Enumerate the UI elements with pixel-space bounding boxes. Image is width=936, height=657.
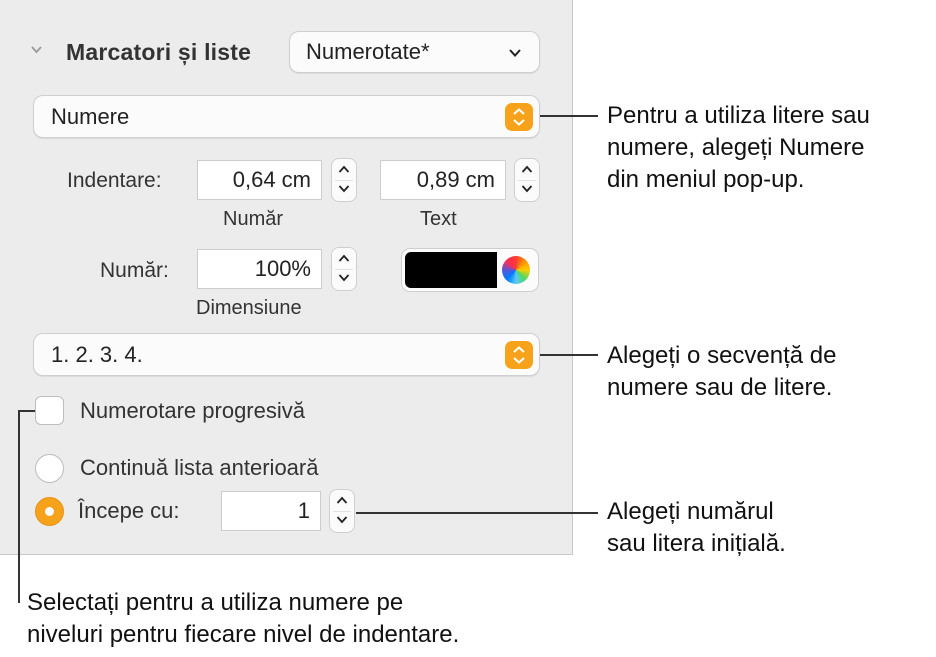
text-indent-stepper[interactable] — [514, 158, 540, 202]
section-title: Marcatori și liste — [66, 39, 252, 65]
start-at-stepper[interactable] — [329, 489, 355, 533]
chevron-down-icon[interactable] — [31, 44, 42, 55]
callout-start-at: Alegeți numărul sau litera inițială. — [607, 496, 786, 560]
callout-line-2: numere sau de litere. — [607, 374, 833, 401]
callout-line-tiered-h — [18, 410, 35, 412]
callout-line-3: din meniul pop-up. — [607, 166, 805, 193]
tiered-numbers-label[interactable]: Numerotare progresivă — [80, 398, 305, 424]
popup-arrows-icon — [505, 341, 533, 369]
list-style-popup[interactable]: Numerotate* — [289, 31, 540, 73]
callout-line-sequence — [540, 354, 598, 356]
list-style-value: Numerotate* — [306, 39, 430, 64]
chevron-down-icon[interactable] — [338, 273, 350, 282]
callout-line-2: sau litera inițială. — [607, 530, 786, 557]
popup-arrows-icon — [505, 103, 533, 131]
continue-previous-radio[interactable] — [35, 454, 64, 483]
callout-sequence: Alegeți o secvență de numere sau de lite… — [607, 340, 837, 404]
callout-line-2: niveluri pentru fiecare nivel de indenta… — [27, 621, 460, 648]
number-indent-stepper[interactable] — [331, 158, 357, 202]
callout-line-tiered-v — [18, 410, 20, 603]
start-at-label[interactable]: Începe cu: — [78, 498, 180, 524]
callout-bullet-type: Pentru a utiliza litere sau numere, aleg… — [607, 100, 870, 196]
chevron-up-icon[interactable] — [338, 254, 350, 263]
indent-label: Indentare: — [67, 169, 162, 192]
chevron-up-icon[interactable] — [336, 496, 348, 505]
bullet-type-popup[interactable]: Numere — [33, 95, 540, 138]
bullet-type-value: Numere — [51, 104, 130, 129]
chevron-up-icon[interactable] — [338, 165, 350, 174]
number-size-label: Număr: — [100, 259, 169, 282]
color-wheel-icon[interactable] — [502, 256, 530, 284]
sequence-popup[interactable]: 1. 2. 3. 4. — [33, 333, 540, 376]
callout-line-start-at — [356, 512, 598, 514]
callout-line-bullet-type — [540, 115, 598, 117]
number-indent-sublabel: Număr — [223, 208, 284, 230]
callout-line-1: Alegeți o secvență de — [607, 342, 837, 369]
chevron-down-icon[interactable] — [336, 515, 348, 524]
callout-line-1: Pentru a utiliza litere sau — [607, 102, 870, 129]
chevron-up-icon[interactable] — [521, 165, 533, 174]
number-size-sublabel: Dimensiune — [196, 297, 302, 319]
continue-previous-label[interactable]: Continuă lista anterioară — [80, 455, 318, 481]
number-size-stepper[interactable] — [331, 247, 357, 291]
color-well[interactable] — [401, 248, 539, 292]
format-sidebar: Marcatori și liste Numerotate* Numere In… — [0, 0, 573, 555]
number-indent-field[interactable]: 0,64 cm — [197, 160, 322, 200]
chevron-down-icon[interactable] — [521, 184, 533, 193]
chevron-down-icon[interactable] — [338, 184, 350, 193]
callout-line-1: Alegeți numărul — [607, 498, 774, 525]
number-size-field[interactable]: 100% — [197, 249, 322, 289]
tiered-numbers-checkbox[interactable] — [35, 396, 64, 425]
callout-tiered: Selectați pentru a utiliza numere pe niv… — [27, 587, 459, 651]
text-indent-field[interactable]: 0,89 cm — [380, 160, 506, 200]
callout-line-1: Selectați pentru a utiliza numere pe — [27, 589, 404, 616]
start-at-field[interactable]: 1 — [221, 491, 321, 531]
sequence-value: 1. 2. 3. 4. — [51, 342, 143, 367]
chevron-down-icon — [509, 49, 521, 57]
text-indent-sublabel: Text — [420, 208, 457, 230]
color-swatch[interactable] — [405, 252, 497, 288]
start-at-radio[interactable] — [35, 497, 64, 526]
callout-line-2: numere, alegeți Numere — [607, 134, 865, 161]
